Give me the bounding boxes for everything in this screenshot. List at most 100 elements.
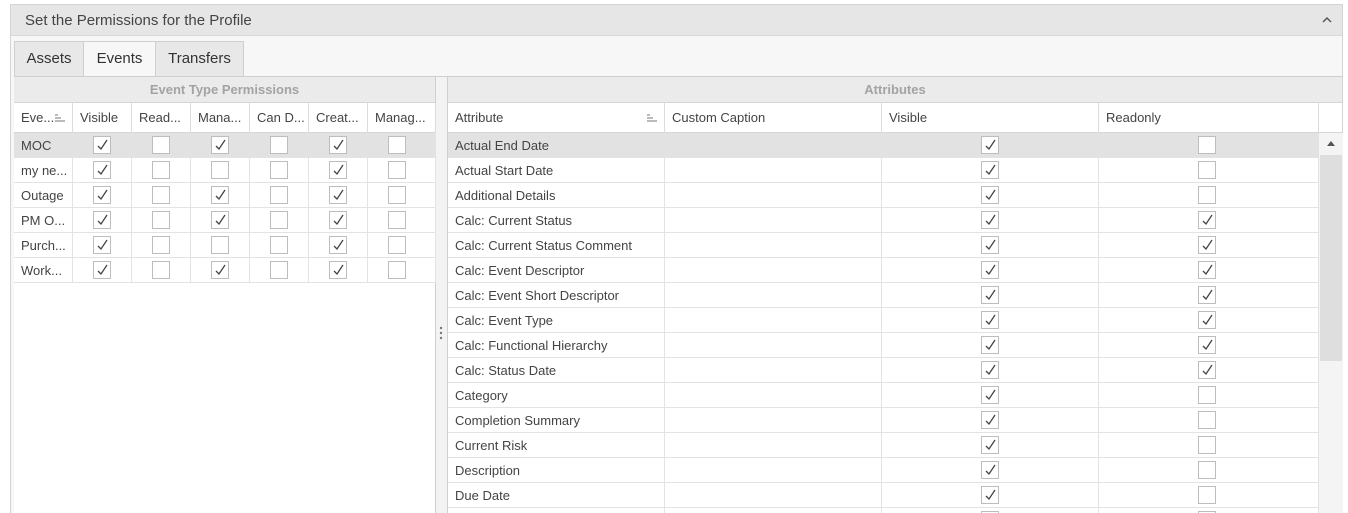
readonly-checkbox[interactable]	[1198, 336, 1216, 354]
permission-checkbox[interactable]	[93, 236, 111, 254]
attribute-row[interactable]: Calc: Current Status Comment	[448, 233, 1319, 258]
custom-caption-cell[interactable]	[665, 458, 882, 483]
left-column-header[interactable]: Manag...	[368, 103, 436, 133]
permission-checkbox[interactable]	[152, 136, 170, 154]
permission-checkbox[interactable]	[270, 261, 288, 279]
readonly-checkbox[interactable]	[1198, 361, 1216, 379]
visible-checkbox[interactable]	[981, 411, 999, 429]
readonly-checkbox[interactable]	[1198, 411, 1216, 429]
attribute-row[interactable]: Actual End Date	[448, 133, 1319, 158]
left-column-header[interactable]: Creat...	[309, 103, 368, 133]
attribute-row[interactable]: Description	[448, 458, 1319, 483]
permission-checkbox[interactable]	[211, 236, 229, 254]
readonly-checkbox[interactable]	[1198, 436, 1216, 454]
permission-checkbox[interactable]	[388, 161, 406, 179]
event-type-row[interactable]: Work...	[14, 258, 436, 283]
visible-checkbox[interactable]	[981, 311, 999, 329]
permission-checkbox[interactable]	[329, 236, 347, 254]
left-column-header[interactable]: Visible	[73, 103, 132, 133]
readonly-checkbox[interactable]	[1198, 161, 1216, 179]
readonly-checkbox[interactable]	[1198, 311, 1216, 329]
permission-checkbox[interactable]	[270, 186, 288, 204]
permission-checkbox[interactable]	[152, 186, 170, 204]
custom-caption-cell[interactable]	[665, 208, 882, 233]
permission-checkbox[interactable]	[211, 211, 229, 229]
readonly-checkbox[interactable]	[1198, 261, 1216, 279]
permission-checkbox[interactable]	[93, 161, 111, 179]
permission-checkbox[interactable]	[329, 261, 347, 279]
permission-checkbox[interactable]	[93, 261, 111, 279]
readonly-checkbox[interactable]	[1198, 286, 1216, 304]
permission-checkbox[interactable]	[388, 186, 406, 204]
attribute-row[interactable]: Calc: Event Short Descriptor	[448, 283, 1319, 308]
permission-checkbox[interactable]	[152, 261, 170, 279]
visible-checkbox[interactable]	[981, 286, 999, 304]
attribute-row[interactable]: Calc: Event Descriptor	[448, 258, 1319, 283]
readonly-checkbox[interactable]	[1198, 211, 1216, 229]
custom-caption-cell[interactable]	[665, 133, 882, 158]
event-type-row[interactable]: Outage	[14, 183, 436, 208]
visible-checkbox[interactable]	[981, 261, 999, 279]
permission-checkbox[interactable]	[329, 186, 347, 204]
event-type-row[interactable]: PM O...	[14, 208, 436, 233]
custom-caption-cell[interactable]	[665, 483, 882, 508]
permission-checkbox[interactable]	[270, 136, 288, 154]
custom-caption-cell[interactable]	[665, 433, 882, 458]
permission-checkbox[interactable]	[270, 211, 288, 229]
visible-checkbox[interactable]	[981, 436, 999, 454]
custom-caption-cell[interactable]	[665, 258, 882, 283]
attribute-row[interactable]	[448, 508, 1319, 513]
visible-checkbox[interactable]	[981, 361, 999, 379]
permission-checkbox[interactable]	[329, 211, 347, 229]
attribute-row[interactable]: Calc: Status Date	[448, 358, 1319, 383]
attribute-row[interactable]: Due Date	[448, 483, 1319, 508]
event-type-row[interactable]: my ne...	[14, 158, 436, 183]
permission-checkbox[interactable]	[211, 161, 229, 179]
attribute-row[interactable]: Calc: Current Status	[448, 208, 1319, 233]
attribute-row[interactable]: Actual Start Date	[448, 158, 1319, 183]
custom-caption-cell[interactable]	[665, 408, 882, 433]
readonly-checkbox[interactable]	[1198, 236, 1216, 254]
permission-checkbox[interactable]	[211, 136, 229, 154]
visible-checkbox[interactable]	[981, 386, 999, 404]
right-column-header[interactable]: Visible	[882, 103, 1099, 133]
readonly-checkbox[interactable]	[1198, 386, 1216, 404]
tab-transfers[interactable]: Transfers	[155, 41, 244, 77]
permission-checkbox[interactable]	[152, 161, 170, 179]
visible-checkbox[interactable]	[981, 336, 999, 354]
permission-checkbox[interactable]	[93, 186, 111, 204]
permission-checkbox[interactable]	[152, 236, 170, 254]
left-column-header[interactable]: Can D...	[250, 103, 309, 133]
right-column-header[interactable]: Custom Caption	[665, 103, 882, 133]
permission-checkbox[interactable]	[388, 136, 406, 154]
readonly-checkbox[interactable]	[1198, 461, 1216, 479]
scrollbar-thumb[interactable]	[1320, 155, 1342, 361]
right-column-header[interactable]: Attribute	[448, 103, 665, 133]
visible-checkbox[interactable]	[981, 211, 999, 229]
left-column-header[interactable]: Mana...	[191, 103, 250, 133]
attribute-row[interactable]: Additional Details	[448, 183, 1319, 208]
permission-checkbox[interactable]	[93, 136, 111, 154]
visible-checkbox[interactable]	[981, 136, 999, 154]
scroll-up-arrow-icon[interactable]	[1326, 139, 1336, 147]
permission-checkbox[interactable]	[152, 211, 170, 229]
custom-caption-cell[interactable]	[665, 183, 882, 208]
permission-checkbox[interactable]	[388, 236, 406, 254]
permission-checkbox[interactable]	[270, 161, 288, 179]
tab-events[interactable]: Events	[83, 41, 156, 77]
permission-checkbox[interactable]	[329, 161, 347, 179]
readonly-checkbox[interactable]	[1198, 136, 1216, 154]
permission-checkbox[interactable]	[93, 211, 111, 229]
permission-checkbox[interactable]	[329, 136, 347, 154]
permission-checkbox[interactable]	[388, 261, 406, 279]
permission-checkbox[interactable]	[270, 236, 288, 254]
custom-caption-cell[interactable]	[665, 333, 882, 358]
attribute-row[interactable]: Calc: Event Type	[448, 308, 1319, 333]
custom-caption-cell[interactable]	[665, 283, 882, 308]
attribute-row[interactable]: Completion Summary	[448, 408, 1319, 433]
attribute-row[interactable]: Current Risk	[448, 433, 1319, 458]
attribute-row[interactable]: Calc: Functional Hierarchy	[448, 333, 1319, 358]
left-column-header[interactable]: Read...	[132, 103, 191, 133]
event-type-row[interactable]: MOC	[14, 133, 436, 158]
visible-checkbox[interactable]	[981, 186, 999, 204]
